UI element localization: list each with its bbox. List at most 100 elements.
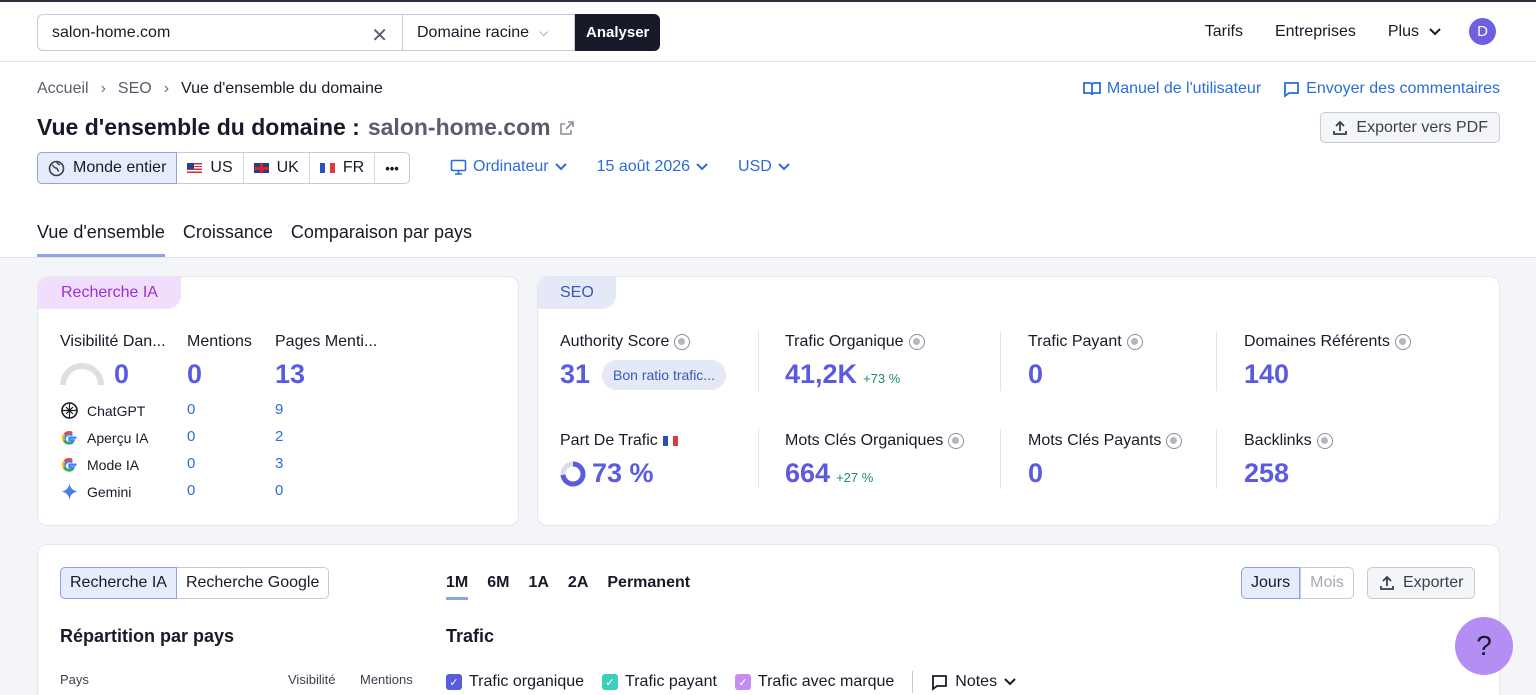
country-uk[interactable]: UK xyxy=(244,153,310,183)
col-visibility[interactable]: Visibilité xyxy=(288,672,335,687)
legend-paid[interactable]: ✓ Trafic payant xyxy=(602,673,717,691)
scope-select[interactable]: Domaine racine ⌵ xyxy=(403,14,575,51)
tab-country-comparison[interactable]: Comparaison par pays xyxy=(291,222,472,257)
ai-row-pages[interactable]: 3 xyxy=(275,455,283,472)
tab-growth[interactable]: Croissance xyxy=(183,222,273,257)
toggle-ai-search[interactable]: Recherche IA xyxy=(60,567,177,599)
authority-pill[interactable]: Bon ratio trafic... xyxy=(602,359,726,390)
metric-value[interactable]: 31 xyxy=(560,359,590,390)
comment-icon xyxy=(932,674,948,691)
country-world[interactable]: Monde entier xyxy=(37,152,178,184)
ai-row-mentions[interactable]: 0 xyxy=(187,428,195,445)
legend-label: Trafic avec marque xyxy=(757,673,895,690)
units-days[interactable]: Jours xyxy=(1241,567,1301,599)
ai-row-apercu: Aperçu IA xyxy=(60,428,148,447)
breadcrumb-seo[interactable]: SEO xyxy=(118,80,152,98)
traffic-legend: ✓ Trafic organique ✓ Trafic payant ✓ Tra… xyxy=(446,671,1016,693)
info-icon[interactable] xyxy=(1166,433,1183,449)
period-2a[interactable]: 2A xyxy=(568,574,588,600)
metric-value[interactable]: 73 % xyxy=(592,458,654,489)
metric-value[interactable]: 0 xyxy=(1028,458,1043,489)
device-filter-label: Ordinateur xyxy=(473,158,549,175)
toggle-google-search[interactable]: Recherche Google xyxy=(177,568,328,598)
metric-label: Trafic Organique xyxy=(785,333,904,350)
metric-label: Part De Trafic xyxy=(560,432,658,449)
feedback-link[interactable]: Envoyer des commentaires xyxy=(1283,80,1500,98)
units-months[interactable]: Mois xyxy=(1300,568,1353,598)
tab-overview[interactable]: Vue d'ensemble xyxy=(37,222,165,257)
ai-row-label: Mode IA xyxy=(87,456,140,473)
country-uk-label: UK xyxy=(276,159,299,176)
page-title: Vue d'ensemble du domaine : salon-home.c… xyxy=(37,114,575,141)
country-us[interactable]: US xyxy=(177,153,244,183)
notes-dropdown[interactable]: Notes xyxy=(931,673,1016,691)
divider xyxy=(1000,429,1001,489)
metric-label: Trafic Payant xyxy=(1028,333,1122,350)
legend-label: Trafic organique xyxy=(469,673,585,690)
chevron-right-icon: › xyxy=(163,80,170,97)
period-6m[interactable]: 6M xyxy=(487,574,509,600)
page-header: Accueil › SEO › Vue d'ensemble du domain… xyxy=(0,62,1536,258)
breadcrumb-home[interactable]: Accueil xyxy=(37,80,89,98)
chevron-down-icon xyxy=(696,163,708,171)
period-permanent[interactable]: Permanent xyxy=(607,574,690,600)
metric-value[interactable]: 140 xyxy=(1244,359,1289,390)
currency-filter[interactable]: USD xyxy=(738,158,790,176)
date-filter[interactable]: 15 août 2026 xyxy=(597,158,708,176)
metric-traffic-share: Part De Trafic 73 % xyxy=(560,432,678,489)
device-filter[interactable]: Ordinateur xyxy=(450,158,567,176)
info-icon[interactable] xyxy=(1394,334,1411,350)
info-icon[interactable] xyxy=(1126,334,1143,350)
domain-search-input[interactable]: salon-home.com ✕ xyxy=(37,14,403,51)
divider xyxy=(1000,331,1001,391)
ai-row-pages[interactable]: 9 xyxy=(275,401,283,418)
help-button[interactable]: ? xyxy=(1455,617,1513,675)
legend-branded[interactable]: ✓ Trafic avec marque xyxy=(734,673,895,691)
fr-flag-icon xyxy=(662,436,678,446)
units-toggle: Jours Mois xyxy=(1241,567,1354,599)
nav-tarifs[interactable]: Tarifs xyxy=(1205,23,1243,41)
metric-value[interactable]: 258 xyxy=(1244,458,1289,489)
metric-value[interactable]: 41,2K xyxy=(785,359,857,390)
metric-value[interactable]: 0 xyxy=(1028,359,1043,390)
country-us-label: US xyxy=(210,159,233,176)
info-icon[interactable] xyxy=(948,433,965,449)
metric-value[interactable]: 664 xyxy=(785,458,830,489)
ai-row-gemini: Gemini xyxy=(60,482,131,501)
avatar[interactable]: D xyxy=(1469,18,1496,45)
user-manual-link[interactable]: Manuel de l'utilisateur xyxy=(1082,80,1261,98)
ai-row-pages[interactable]: 2 xyxy=(275,428,283,445)
info-icon[interactable] xyxy=(674,334,691,350)
more-countries-button[interactable]: ••• xyxy=(375,153,409,183)
nav-plus[interactable]: Plus xyxy=(1388,23,1441,41)
filters-bar: Ordinateur 15 août 2026 USD xyxy=(450,158,790,176)
ai-pages-value[interactable]: 13 xyxy=(275,359,305,390)
external-link-icon[interactable] xyxy=(559,120,575,136)
info-icon[interactable] xyxy=(1316,433,1333,449)
breadcrumb: Accueil › SEO › Vue d'ensemble du domain… xyxy=(37,80,383,98)
ai-row-mentions[interactable]: 0 xyxy=(187,482,195,499)
country-world-label: Monde entier xyxy=(73,159,167,176)
ai-row-mentions[interactable]: 0 xyxy=(187,455,195,472)
ai-row-mentions[interactable]: 0 xyxy=(187,401,195,418)
metric-backlinks: Backlinks 258 xyxy=(1244,432,1333,489)
google-icon xyxy=(62,430,77,445)
ai-row-pages[interactable]: 0 xyxy=(275,482,283,499)
domain-search-group: salon-home.com ✕ Domaine racine ⌵ Analys… xyxy=(37,14,661,51)
clear-icon[interactable]: ✕ xyxy=(371,23,388,48)
period-1m[interactable]: 1M xyxy=(446,574,469,600)
checkbox-checked-icon: ✓ xyxy=(602,674,619,690)
legend-organic[interactable]: ✓ Trafic organique xyxy=(446,673,584,691)
nav-entreprises[interactable]: Entreprises xyxy=(1275,23,1356,41)
metric-label: Mots Clés Organiques xyxy=(785,432,944,449)
export-button[interactable]: Exporter xyxy=(1367,567,1476,599)
period-1a[interactable]: 1A xyxy=(528,574,548,600)
analyze-button[interactable]: Analyser xyxy=(575,14,661,51)
col-mentions[interactable]: Mentions xyxy=(360,672,413,687)
divider xyxy=(1216,429,1217,489)
chevron-down-icon xyxy=(1429,27,1441,35)
country-fr[interactable]: FR xyxy=(310,153,376,183)
export-pdf-button[interactable]: Exporter vers PDF xyxy=(1320,112,1500,143)
info-icon[interactable] xyxy=(908,334,925,350)
page-title-domain[interactable]: salon-home.com xyxy=(368,114,551,141)
